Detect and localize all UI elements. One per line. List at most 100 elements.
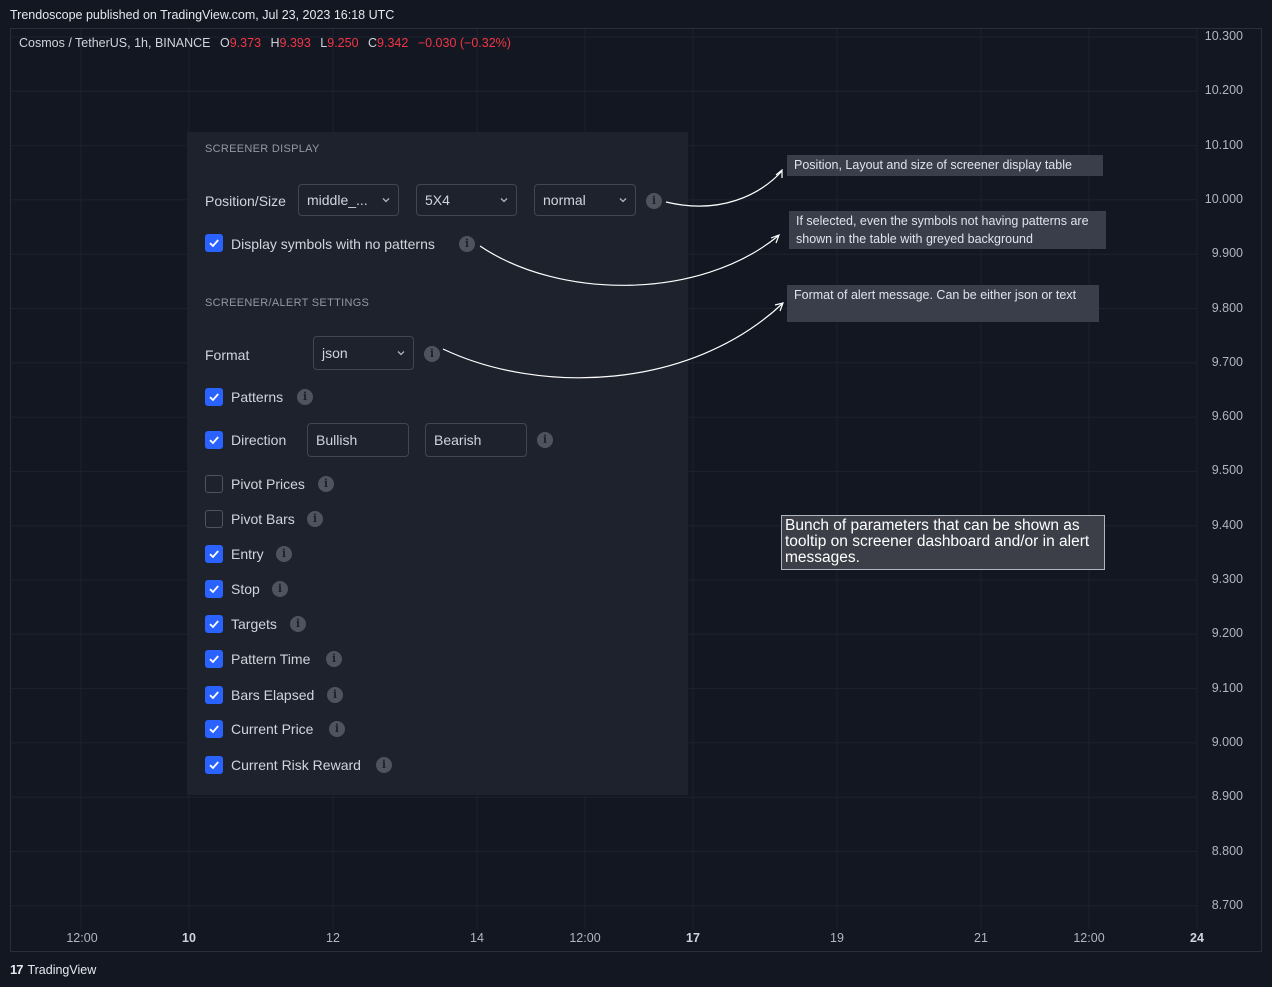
option-label: Targets — [231, 616, 277, 632]
settings-panel: SCREENER DISPLAY Position/Size middle_..… — [187, 132, 688, 795]
time-tick-label: 12 — [326, 931, 340, 945]
option-label: Entry — [231, 546, 264, 562]
option-label: Bars Elapsed — [231, 687, 315, 703]
size-select-value: normal — [543, 192, 586, 208]
symbol-legend: Cosmos / TetherUS, 1h, BINANCE O9.373 H9… — [19, 36, 511, 50]
info-icon[interactable]: i — [459, 236, 475, 252]
time-tick-label: 12:00 — [569, 931, 601, 945]
tradingview-logo-icon: 17 — [10, 962, 24, 977]
layout-select[interactable]: 5X4 — [416, 184, 517, 216]
info-icon[interactable]: i — [424, 346, 440, 362]
close-value: 9.342 — [377, 36, 409, 50]
info-icon[interactable]: i — [327, 687, 343, 703]
option-label: Current Risk Reward — [231, 757, 361, 773]
info-icon[interactable]: i — [297, 389, 313, 405]
checkmark-icon — [209, 393, 219, 402]
option-label: Stop — [231, 581, 260, 597]
open-label: O — [220, 36, 230, 50]
option-checkbox[interactable] — [205, 720, 223, 738]
price-tick-label: 8.800 — [1211, 843, 1243, 858]
option-checkbox[interactable] — [205, 431, 223, 449]
option-checkbox[interactable] — [205, 545, 223, 563]
price-tick-label: 9.900 — [1211, 246, 1243, 261]
option-label: Patterns — [231, 389, 284, 405]
info-icon[interactable]: i — [329, 721, 345, 737]
time-tick-label: 12:00 — [66, 931, 98, 945]
price-tick-label: 9.600 — [1211, 409, 1243, 424]
chevron-down-icon — [397, 351, 405, 356]
checkmark-icon — [209, 550, 219, 559]
time-tick-label: 14 — [470, 931, 484, 945]
time-tick-label: 12:00 — [1073, 931, 1105, 945]
time-tick-label: 21 — [974, 931, 988, 945]
info-icon[interactable]: i — [646, 193, 662, 209]
position-select[interactable]: middle_... — [298, 184, 399, 216]
price-tick-label: 9.300 — [1211, 572, 1243, 586]
symbol-name: Cosmos / TetherUS, 1h, BINANCE — [19, 36, 211, 50]
chevron-down-icon — [619, 198, 627, 203]
option-label: Pivot Prices — [231, 476, 305, 492]
option-checkbox[interactable] — [205, 756, 223, 774]
checkmark-icon — [209, 761, 219, 770]
bullish-input[interactable]: Bullish — [307, 423, 409, 457]
info-icon[interactable]: i — [307, 511, 323, 527]
bearish-input[interactable]: Bearish — [425, 423, 527, 457]
info-icon[interactable]: i — [276, 546, 292, 562]
time-tick-label: 24 — [1190, 931, 1204, 945]
info-icon[interactable]: i — [537, 432, 553, 448]
checkmark-icon — [209, 691, 219, 700]
option-checkbox[interactable] — [205, 615, 223, 633]
checkmark-icon — [209, 655, 219, 664]
time-axis[interactable]: 12:00 10 12 14 12:00 17 19 21 12:00 24 — [11, 929, 1204, 953]
display-no-patterns-label: Display symbols with no patterns — [231, 236, 435, 252]
tradingview-footer[interactable]: 17 TradingView — [10, 962, 96, 977]
price-axis[interactable]: 10.300 10.200 10.100 10.000 9.900 9.800 9.700 9… — [1191, 29, 1261, 929]
time-tick-label: 10 — [182, 931, 196, 945]
price-tick-label: 9.000 — [1211, 734, 1243, 749]
option-checkbox[interactable] — [205, 510, 223, 528]
format-note: Format of alert message. Can be either j… — [787, 285, 1099, 322]
chevron-down-icon — [382, 198, 390, 203]
info-icon[interactable]: i — [318, 476, 334, 492]
bearish-input-value: Bearish — [434, 432, 482, 448]
checkmark-icon — [209, 436, 219, 445]
option-checkbox[interactable] — [205, 580, 223, 598]
price-tick-label: 10.000 — [1204, 191, 1243, 206]
option-checkbox[interactable] — [205, 686, 223, 704]
open-value: 9.373 — [229, 36, 262, 50]
price-tick-label: 9.400 — [1211, 517, 1243, 532]
chevron-down-icon — [500, 198, 508, 203]
checkmark-icon — [209, 239, 219, 248]
option-label: Pattern Time — [231, 651, 311, 667]
alert-settings-title: SCREENER/ALERT SETTINGS — [205, 297, 370, 309]
price-tick-label: 8.700 — [1211, 897, 1243, 912]
option-checkbox[interactable] — [205, 475, 223, 493]
info-icon[interactable]: i — [272, 581, 288, 597]
option-checkbox[interactable] — [205, 388, 223, 406]
display-no-patterns-checkbox[interactable] — [205, 234, 223, 252]
publish-header: Trendoscope published on TradingView.com… — [10, 8, 395, 22]
price-tick-label: 9.200 — [1211, 626, 1243, 641]
no-patterns-note: If selected, even the symbols not having… — [789, 211, 1106, 249]
size-select[interactable]: normal — [534, 184, 636, 216]
bullish-input-value: Bullish — [316, 432, 358, 448]
format-select[interactable]: json — [313, 336, 414, 370]
change-value: −0.030 (−0.32%) — [417, 36, 511, 50]
high-value: 9.393 — [279, 36, 311, 50]
info-icon[interactable]: i — [326, 651, 342, 667]
price-tick-label: 8.900 — [1211, 789, 1243, 804]
close-label: C — [368, 36, 378, 50]
position-size-label: Position/Size — [205, 193, 286, 209]
checkmark-icon — [209, 585, 219, 594]
info-icon[interactable]: i — [376, 757, 392, 773]
info-icon[interactable]: i — [290, 616, 306, 632]
price-tick-label: 10.200 — [1204, 83, 1243, 98]
checkmark-icon — [209, 725, 219, 734]
option-checkbox[interactable] — [205, 650, 223, 668]
layout-select-value: 5X4 — [425, 192, 450, 208]
position-note: Position, Layout and size of screener di… — [787, 155, 1103, 176]
params-note: Bunch of parameters that can be shown as… — [781, 515, 1105, 570]
price-tick-label: 9.100 — [1211, 680, 1243, 695]
screener-display-title: SCREENER DISPLAY — [205, 143, 320, 155]
high-label: H — [270, 36, 280, 50]
